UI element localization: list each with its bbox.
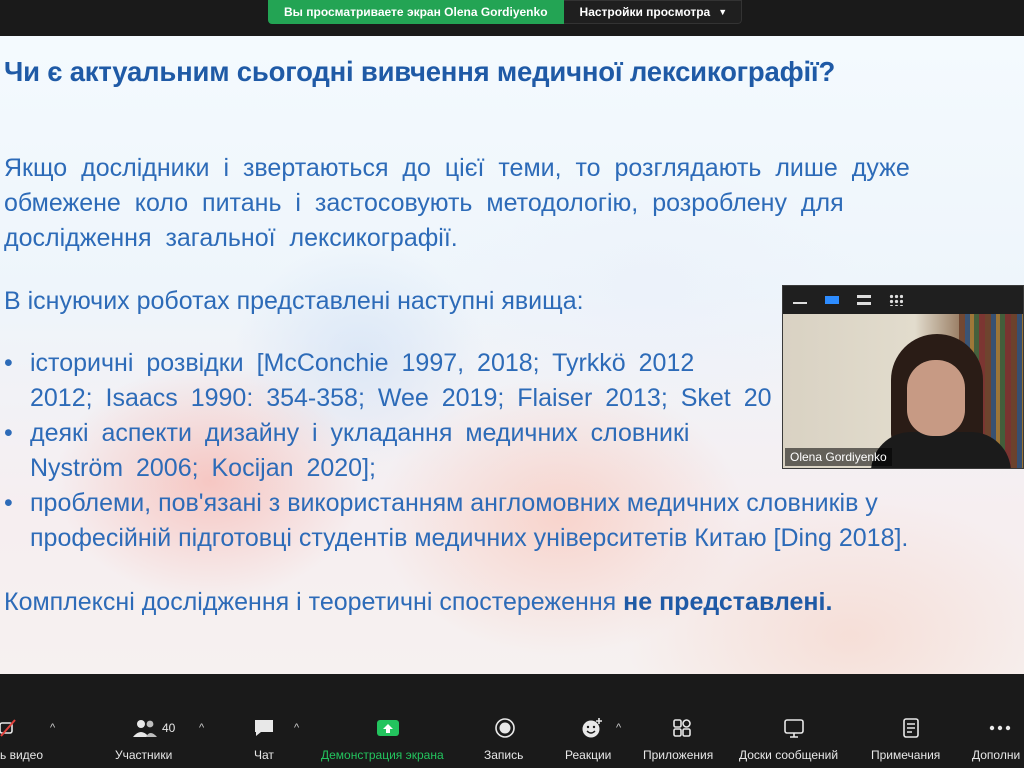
record-icon <box>493 716 517 740</box>
single-video-view-icon[interactable] <box>825 296 839 304</box>
chat-icon <box>252 716 276 740</box>
notes-icon <box>899 716 923 740</box>
bullet-line: деякі аспекти дизайну і укладання медичн… <box>30 419 690 447</box>
video-tile-toolbar <box>783 286 1023 314</box>
gallery-grid-icon[interactable] <box>889 294 903 306</box>
notes-button[interactable]: Примечания <box>868 706 954 768</box>
reactions-button[interactable]: Реакции <box>560 706 620 768</box>
participant-camera-feed <box>783 314 1023 468</box>
whiteboards-label: Доски сообщений <box>739 748 839 762</box>
slide-conclusion: Комплексні дослідження і теоретичні спос… <box>4 585 832 620</box>
bullet-dot: • <box>4 349 13 377</box>
bullet-item: • проблеми, пов'язані з використанням ан… <box>0 486 908 556</box>
slide-title: Чи є актуальним сьогодні вивчення медичн… <box>4 56 836 87</box>
notes-label: Примечания <box>871 748 941 762</box>
share-screen-button[interactable]: Демонстрация экрана <box>318 706 458 768</box>
split-view-icon[interactable] <box>857 295 871 305</box>
share-screen-icon <box>375 716 401 740</box>
paragraph-line: Якщо дослідники і звертаються до цієї те… <box>4 154 910 182</box>
share-screen-label: Демонстрация экрана <box>321 748 444 762</box>
more-button[interactable]: Дополни <box>968 706 1024 768</box>
bullet-item: • деякі аспекти дизайну і укладання меди… <box>0 416 908 486</box>
participants-label: Участники <box>115 748 173 762</box>
bullet-dot: • <box>4 489 13 517</box>
chat-label: Чат <box>254 748 274 762</box>
chevron-down-icon: ▼ <box>718 7 728 17</box>
reactions-options-caret[interactable]: ^ <box>616 722 621 734</box>
paragraph-line: дослідження загальної лексикографії. <box>4 224 458 252</box>
video-off-icon <box>0 716 20 740</box>
participants-count: 40 <box>162 721 176 735</box>
conclusion-text: Комплексні дослідження і теоретичні спос… <box>4 588 624 616</box>
participants-button[interactable]: 40 Участники <box>110 706 190 768</box>
conclusion-bold-text: не представлені. <box>623 588 833 616</box>
participant-face <box>907 360 965 436</box>
stop-video-button[interactable]: ь видео <box>0 706 50 768</box>
bullet-line: історичні розвідки [McConchie 1997, 2018… <box>30 349 695 377</box>
record-label: Запись <box>484 748 524 762</box>
slide-paragraph-1: Якщо дослідники і звертаються до цієї те… <box>4 151 910 256</box>
chat-options-caret[interactable]: ^ <box>294 722 299 734</box>
reactions-icon <box>580 716 604 740</box>
video-options-caret[interactable]: ^ <box>50 722 55 734</box>
meeting-toolbar: ь видео ^ 40 Участники ^ Чат ^ Демонстра… <box>0 706 1024 768</box>
record-button[interactable]: Запись <box>478 706 532 768</box>
participant-name-tag: Olena Gordiyenko <box>785 448 892 466</box>
bullet-line: 2012; Isaacs 1990: 354-358; Wee 2019; Fl… <box>30 384 772 412</box>
share-status-text: Вы просматриваете экран Olena Gordiyenko <box>268 0 564 24</box>
bullet-dot: • <box>4 419 13 447</box>
participants-icon: 40 <box>132 716 182 740</box>
paragraph-line: обмежене коло питань і застосовують мето… <box>4 189 844 217</box>
whiteboard-icon <box>782 716 806 740</box>
minimize-icon[interactable] <box>793 296 807 304</box>
video-label: ь видео <box>0 748 44 762</box>
whiteboards-button[interactable]: Доски сообщений <box>736 706 854 768</box>
bullet-item: • історичні розвідки [McConchie 1997, 20… <box>0 346 908 416</box>
bullet-line: Nyström 2006; Kocijan 2020]; <box>30 454 376 482</box>
view-options-label: Настройки просмотра <box>579 5 711 19</box>
more-label: Дополни <box>972 748 1021 762</box>
participant-body <box>871 432 1011 468</box>
bullet-line: проблеми, пов'язані з використанням англ… <box>30 489 878 517</box>
participant-video-tile[interactable]: Olena Gordiyenko <box>782 285 1024 469</box>
slide-bullet-list: • історичні розвідки [McConchie 1997, 20… <box>0 346 908 556</box>
bullet-line: професійній підготовці студентів медични… <box>30 524 909 552</box>
apps-button[interactable]: Приложения <box>640 706 724 768</box>
apps-label: Приложения <box>643 748 714 762</box>
screen-share-bar: Вы просматриваете экран Olena Gordiyenko… <box>0 0 1024 28</box>
more-icon <box>988 716 1012 740</box>
slide-paragraph-2: В існуючих роботах представлені наступні… <box>4 287 584 315</box>
share-status-pill: Вы просматриваете экран Olena Gordiyenko… <box>268 0 743 24</box>
participants-options-caret[interactable]: ^ <box>199 722 204 734</box>
apps-icon <box>670 716 694 740</box>
reactions-label: Реакции <box>565 748 612 762</box>
view-options-button[interactable]: Настройки просмотра ▼ <box>563 0 743 24</box>
chat-button[interactable]: Чат <box>244 706 284 768</box>
